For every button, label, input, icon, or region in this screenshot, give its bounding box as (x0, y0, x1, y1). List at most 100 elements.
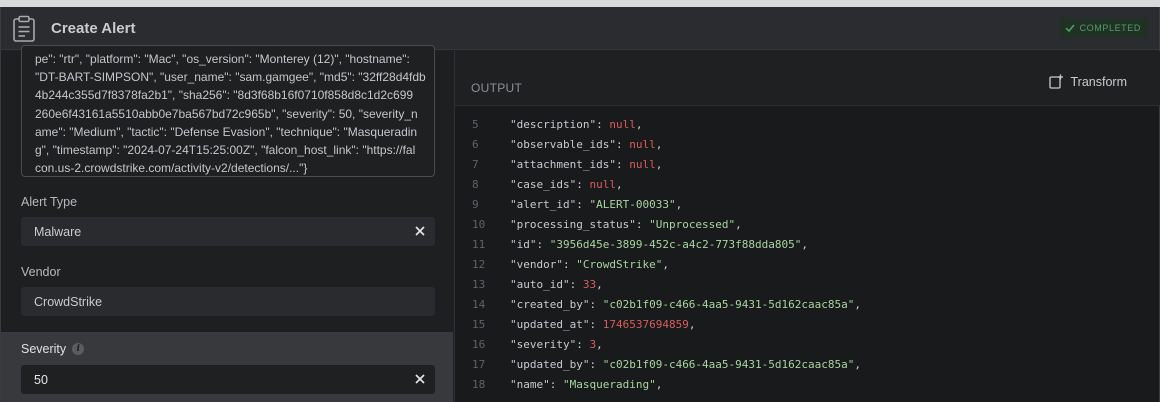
code-line: 16 "severity": 3, (455, 337, 1160, 357)
code-text: "updated_at": 1746537694859, (510, 318, 696, 331)
alert-type-field[interactable]: Malware (21, 217, 435, 246)
json-key: "case_ids": (510, 178, 590, 191)
code-text: "observable_ids": null, (510, 138, 663, 151)
alert-type-label: Alert Type (21, 195, 78, 209)
json-text-line: g", "timestamp": "2024-07-24T15:25:00Z",… (35, 143, 416, 158)
code-text: "case_ids": null, (510, 178, 623, 191)
json-value: "c02b1f09-c466-4aa5-9431-5d162caac85a" (602, 298, 855, 311)
code-line: 10 "processing_status": "Unprocessed", (455, 217, 1160, 237)
input-form-panel: pe": "rtr", "platform": "Mac", "os_versi… (1, 45, 453, 402)
line-number: 7 (472, 158, 479, 171)
json-value: null (589, 178, 616, 191)
clipboard-list-icon (13, 15, 35, 42)
top-strip (0, 0, 1160, 7)
page-title: Create Alert (51, 20, 136, 37)
line-number: 6 (472, 138, 479, 151)
severity-label: Severity (21, 342, 67, 356)
output-title: OUTPUT (471, 81, 523, 95)
code-line: 11 "id": "3956d45e-3899-452c-a4c2-773f88d… (455, 237, 1160, 257)
json-key: "created_by": (510, 298, 603, 311)
severity-field[interactable]: 50 (21, 365, 435, 394)
json-key: "auto_id": (510, 278, 583, 291)
panel-header: Create Alert COMPLETED (1, 7, 1159, 50)
json-value: "ALERT-00033" (589, 198, 676, 211)
json-key: "description": (510, 118, 610, 131)
json-key: "updated_by": (510, 358, 603, 371)
json-value: null (609, 118, 636, 131)
alert-type-value: Malware (34, 225, 82, 239)
line-number: 12 (472, 258, 486, 271)
alert-json-textarea[interactable]: pe": "rtr", "platform": "Mac", "os_versi… (21, 45, 435, 177)
severity-value: 50 (34, 373, 48, 387)
code-text: "alert_id": "ALERT-00033", (510, 198, 683, 211)
json-text-line: 4b244c355d7f8378fa2b1", "sha256": "8d3f6… (35, 88, 414, 103)
json-key: "name": (510, 378, 563, 391)
json-key: "severity": (510, 338, 590, 351)
code-line: 17 "updated_by": "c02b1f09-c466-4aa5-9431… (455, 357, 1160, 377)
code-text: "name": "Masquerading", (510, 378, 663, 391)
json-text-line: con.us-2.crowdstrike.com/activity-v2/det… (35, 161, 308, 176)
json-text-line: ame": "Medium", "tactic": "Defense Evasi… (35, 124, 418, 139)
create-alert-window: Create Alert COMPLETED pe": "rtr", "plat… (0, 7, 1160, 402)
severity-label-row: Severity i (21, 342, 85, 356)
status-text: COMPLETED (1079, 23, 1141, 33)
check-icon (1065, 24, 1075, 33)
json-value: "c02b1f09-c466-4aa5-9431-5d162caac85a" (602, 358, 855, 371)
json-key: "observable_ids": (510, 138, 630, 151)
code-line: 8 "case_ids": null, (455, 177, 1160, 197)
json-key: "vendor": (510, 258, 577, 271)
json-key: "attachment_ids": (510, 158, 630, 171)
json-value: "Unprocessed" (649, 218, 736, 231)
vendor-value: CrowdStrike (34, 295, 103, 309)
json-text-line: pe": "rtr", "platform": "Mac", "os_versi… (35, 52, 410, 66)
line-number: 17 (472, 358, 486, 371)
transform-icon (1048, 74, 1063, 89)
json-text-line: 260e6f43161a5510abb0e7ba567bd72c965b", "… (35, 106, 418, 121)
line-number: 16 (472, 338, 486, 351)
code-text: "auto_id": 33, (510, 278, 603, 291)
code-line: 13 "auto_id": 33, (455, 277, 1160, 297)
info-icon[interactable]: i (72, 343, 85, 355)
json-value: 1746537694859 (602, 318, 689, 331)
transform-label: Transform (1070, 74, 1128, 89)
line-number: 8 (472, 178, 479, 191)
code-text: "attachment_ids": null, (510, 158, 663, 171)
line-number: 5 (472, 118, 479, 131)
code-line: 14 "created_by": "c02b1f09-c466-4aa5-9431… (455, 297, 1160, 317)
output-panel: OUTPUT Transform 5 "description": null, 6 "… (454, 51, 1160, 402)
json-value: "3956d45e-3899-452c-a4c2-773f88dda805" (549, 238, 802, 251)
code-line: 18 "name": "Masquerading", (455, 377, 1160, 397)
code-line: 9 "alert_id": "ALERT-00033", (455, 197, 1160, 217)
clear-icon[interactable] (413, 372, 427, 386)
clear-icon[interactable] (413, 224, 427, 238)
code-text: "updated_by": "c02b1f09-c466-4aa5-9431-5… (510, 358, 862, 371)
transform-button[interactable]: Transform (1048, 74, 1128, 89)
code-text: "processing_status": "Unprocessed", (510, 218, 742, 231)
code-line: 12 "vendor": "CrowdStrike", (455, 257, 1160, 277)
json-key: "id": (510, 238, 550, 251)
json-value: null (629, 138, 656, 151)
line-number: 18 (472, 378, 486, 391)
line-number: 13 (472, 278, 486, 291)
code-line: 15 "updated_at": 1746537694859, (455, 317, 1160, 337)
code-text: "description": null, (510, 118, 643, 131)
json-value: null (629, 158, 656, 171)
json-key: "alert_id": (510, 198, 590, 211)
output-header: OUTPUT Transform (455, 51, 1160, 106)
line-number: 9 (472, 198, 479, 211)
json-text-line: "DT-BART-SIMPSON", "user_name": "sam.gam… (35, 70, 426, 85)
code-text: "severity": 3, (510, 338, 603, 351)
json-value: 33 (582, 278, 597, 291)
code-text: "id": "3956d45e-3899-452c-a4c2-773f88dda… (510, 238, 809, 251)
line-number: 15 (472, 318, 486, 331)
line-number: 11 (472, 238, 486, 251)
json-key: "updated_at": (510, 318, 603, 331)
output-code-view: 5 "description": null, 6 "observable_ids": … (455, 117, 1160, 397)
severity-section: Severity i 50 (1, 332, 453, 402)
line-number: 10 (472, 218, 486, 231)
line-number: 14 (472, 298, 486, 311)
vendor-field[interactable]: CrowdStrike (21, 287, 435, 316)
code-line: 6 "observable_ids": null, (455, 137, 1160, 157)
json-value: "CrowdStrike" (576, 258, 663, 271)
code-line: 7 "attachment_ids": null, (455, 157, 1160, 177)
